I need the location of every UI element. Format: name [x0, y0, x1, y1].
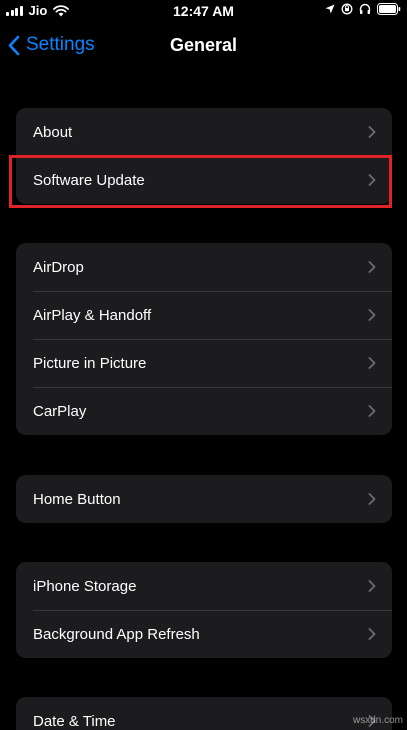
row-background-app-refresh[interactable]: Background App Refresh [16, 610, 392, 658]
row-label: About [33, 123, 73, 141]
row-label: AirPlay & Handoff [33, 306, 152, 324]
row-label: Picture in Picture [33, 354, 147, 372]
chevron-right-icon [368, 309, 376, 321]
row-airplay-handoff[interactable]: AirPlay & Handoff [16, 291, 392, 339]
row-label: Software Update [33, 171, 145, 189]
location-icon [325, 4, 335, 14]
row-iphone-storage[interactable]: iPhone Storage [16, 562, 392, 610]
row-software-update[interactable]: Software Update [16, 156, 392, 204]
chevron-right-icon [368, 580, 376, 592]
settings-group-home-button: Home Button [16, 475, 392, 523]
watermark: wsxdn.com [352, 715, 403, 726]
row-carplay[interactable]: CarPlay [16, 387, 392, 435]
chevron-right-icon [368, 174, 376, 186]
row-label: Home Button [33, 490, 121, 508]
status-bar: Jio 12:47 AM [0, 0, 407, 22]
settings-group-about: About Software Update [16, 108, 392, 204]
navigation-bar: Settings General [0, 26, 407, 66]
chevron-right-icon [368, 493, 376, 505]
chevron-right-icon [368, 628, 376, 640]
chevron-right-icon [368, 357, 376, 369]
row-label: iPhone Storage [33, 577, 137, 595]
row-date-time[interactable]: Date & Time [16, 697, 392, 730]
row-airdrop[interactable]: AirDrop [16, 243, 392, 291]
row-label: Background App Refresh [33, 625, 200, 643]
settings-group-storage: iPhone Storage Background App Refresh [16, 562, 392, 658]
row-label: CarPlay [33, 402, 87, 420]
row-home-button[interactable]: Home Button [16, 475, 392, 523]
row-about[interactable]: About [16, 108, 392, 156]
settings-group-date-time: Date & Time [16, 697, 392, 730]
chevron-right-icon [368, 126, 376, 138]
status-right [325, 3, 401, 15]
page-title: General [169, 35, 238, 55]
orientation-lock-icon [341, 3, 353, 15]
settings-group-connectivity: AirDrop AirPlay & Handoff Picture in Pic… [16, 243, 392, 435]
chevron-right-icon [368, 405, 376, 417]
row-label: Date & Time [33, 712, 116, 730]
row-picture-in-picture[interactable]: Picture in Picture [16, 339, 392, 387]
row-label: AirDrop [33, 258, 84, 276]
battery-icon [377, 3, 401, 15]
chevron-right-icon [368, 261, 376, 273]
headphones-icon [359, 3, 371, 14]
